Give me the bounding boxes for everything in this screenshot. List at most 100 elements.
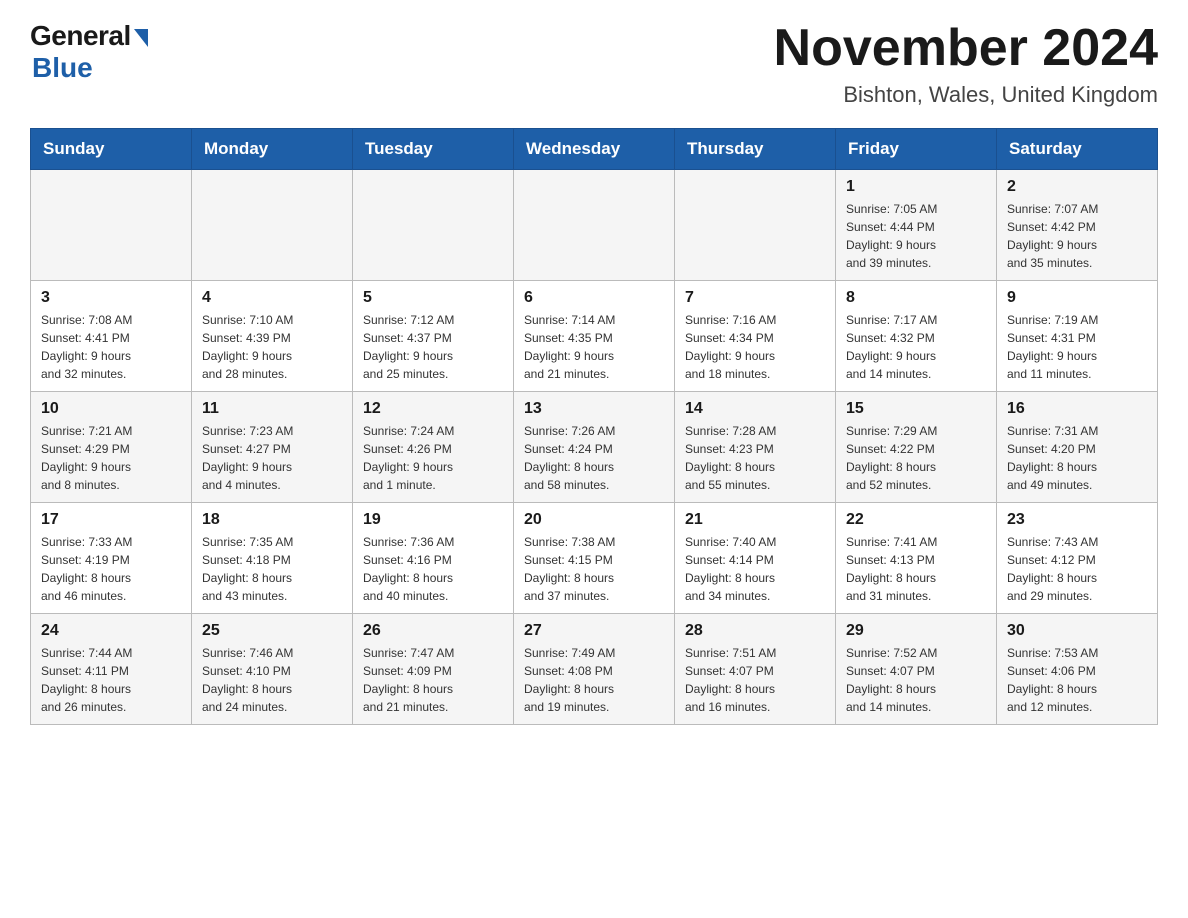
calendar-day-cell: 13 Sunrise: 7:26 AM Sunset: 4:24 PM Dayli… bbox=[514, 392, 675, 503]
calendar-day-cell: 5 Sunrise: 7:12 AM Sunset: 4:37 PM Daylig… bbox=[353, 281, 514, 392]
day-info: Sunrise: 7:47 AM Sunset: 4:09 PM Dayligh… bbox=[363, 646, 454, 714]
calendar-day-cell bbox=[353, 170, 514, 281]
day-number: 8 bbox=[846, 289, 986, 307]
day-number: 11 bbox=[202, 400, 342, 418]
location-title: Bishton, Wales, United Kingdom bbox=[774, 82, 1158, 108]
day-info: Sunrise: 7:24 AM Sunset: 4:26 PM Dayligh… bbox=[363, 424, 454, 492]
col-tuesday: Tuesday bbox=[353, 129, 514, 170]
day-info: Sunrise: 7:43 AM Sunset: 4:12 PM Dayligh… bbox=[1007, 535, 1098, 603]
day-number: 28 bbox=[685, 622, 825, 640]
day-number: 20 bbox=[524, 511, 664, 529]
day-info: Sunrise: 7:07 AM Sunset: 4:42 PM Dayligh… bbox=[1007, 202, 1098, 270]
calendar-day-cell: 1 Sunrise: 7:05 AM Sunset: 4:44 PM Daylig… bbox=[836, 170, 997, 281]
day-info: Sunrise: 7:35 AM Sunset: 4:18 PM Dayligh… bbox=[202, 535, 293, 603]
title-section: November 2024 Bishton, Wales, United Kin… bbox=[774, 20, 1158, 108]
calendar-day-cell: 25 Sunrise: 7:46 AM Sunset: 4:10 PM Dayli… bbox=[192, 614, 353, 725]
day-info: Sunrise: 7:46 AM Sunset: 4:10 PM Dayligh… bbox=[202, 646, 293, 714]
calendar-day-cell: 26Sunrise: 7:47 AM Sunset: 4:09 PM Dayli… bbox=[353, 614, 514, 725]
calendar-day-cell: 17 Sunrise: 7:33 AM Sunset: 4:19 PM Dayli… bbox=[31, 503, 192, 614]
day-info: Sunrise: 7:19 AM Sunset: 4:31 PM Dayligh… bbox=[1007, 313, 1098, 381]
calendar-week-row: 24Sunrise: 7:44 AM Sunset: 4:11 PM Dayli… bbox=[31, 614, 1158, 725]
day-info: Sunrise: 7:52 AM Sunset: 4:07 PM Dayligh… bbox=[846, 646, 937, 714]
calendar-day-cell: 6Sunrise: 7:14 AM Sunset: 4:35 PM Daylig… bbox=[514, 281, 675, 392]
day-number: 25 bbox=[202, 622, 342, 640]
col-wednesday: Wednesday bbox=[514, 129, 675, 170]
calendar-day-cell: 12 Sunrise: 7:24 AM Sunset: 4:26 PM Dayli… bbox=[353, 392, 514, 503]
calendar-day-cell: 27 Sunrise: 7:49 AM Sunset: 4:08 PM Dayli… bbox=[514, 614, 675, 725]
calendar-day-cell: 2 Sunrise: 7:07 AM Sunset: 4:42 PM Daylig… bbox=[997, 170, 1158, 281]
day-info: Sunrise: 7:05 AM Sunset: 4:44 PM Dayligh… bbox=[846, 202, 937, 270]
calendar-day-cell: 10Sunrise: 7:21 AM Sunset: 4:29 PM Dayli… bbox=[31, 392, 192, 503]
day-info: Sunrise: 7:10 AM Sunset: 4:39 PM Dayligh… bbox=[202, 313, 293, 381]
day-info: Sunrise: 7:33 AM Sunset: 4:19 PM Dayligh… bbox=[41, 535, 132, 603]
day-number: 13 bbox=[524, 400, 664, 418]
calendar-day-cell: 19 Sunrise: 7:36 AM Sunset: 4:16 PM Dayli… bbox=[353, 503, 514, 614]
day-number: 17 bbox=[41, 511, 181, 529]
calendar-day-cell: 18 Sunrise: 7:35 AM Sunset: 4:18 PM Dayli… bbox=[192, 503, 353, 614]
day-info: Sunrise: 7:17 AM Sunset: 4:32 PM Dayligh… bbox=[846, 313, 937, 381]
day-number: 14 bbox=[685, 400, 825, 418]
calendar-day-cell: 14 Sunrise: 7:28 AM Sunset: 4:23 PM Dayli… bbox=[675, 392, 836, 503]
calendar-day-cell: 28Sunrise: 7:51 AM Sunset: 4:07 PM Dayli… bbox=[675, 614, 836, 725]
calendar-day-cell: 7 Sunrise: 7:16 AM Sunset: 4:34 PM Daylig… bbox=[675, 281, 836, 392]
logo-general-text: General bbox=[30, 20, 131, 52]
day-info: Sunrise: 7:26 AM Sunset: 4:24 PM Dayligh… bbox=[524, 424, 615, 492]
day-number: 15 bbox=[846, 400, 986, 418]
day-number: 19 bbox=[363, 511, 503, 529]
calendar-day-cell bbox=[514, 170, 675, 281]
day-number: 22 bbox=[846, 511, 986, 529]
day-info: Sunrise: 7:14 AM Sunset: 4:35 PM Dayligh… bbox=[524, 313, 615, 381]
day-info: Sunrise: 7:41 AM Sunset: 4:13 PM Dayligh… bbox=[846, 535, 937, 603]
calendar-day-cell: 24Sunrise: 7:44 AM Sunset: 4:11 PM Dayli… bbox=[31, 614, 192, 725]
day-number: 3 bbox=[41, 289, 181, 307]
calendar-week-row: 3 Sunrise: 7:08 AM Sunset: 4:41 PM Daylig… bbox=[31, 281, 1158, 392]
day-number: 21 bbox=[685, 511, 825, 529]
day-number: 5 bbox=[363, 289, 503, 307]
day-info: Sunrise: 7:08 AM Sunset: 4:41 PM Dayligh… bbox=[41, 313, 132, 381]
page-header: General Blue November 2024 Bishton, Wale… bbox=[30, 20, 1158, 108]
logo-arrow-icon bbox=[134, 29, 148, 47]
calendar-day-cell: 9 Sunrise: 7:19 AM Sunset: 4:31 PM Daylig… bbox=[997, 281, 1158, 392]
day-info: Sunrise: 7:29 AM Sunset: 4:22 PM Dayligh… bbox=[846, 424, 937, 492]
day-number: 18 bbox=[202, 511, 342, 529]
calendar-day-cell: 23 Sunrise: 7:43 AM Sunset: 4:12 PM Dayli… bbox=[997, 503, 1158, 614]
calendar-day-cell: 16Sunrise: 7:31 AM Sunset: 4:20 PM Dayli… bbox=[997, 392, 1158, 503]
day-info: Sunrise: 7:38 AM Sunset: 4:15 PM Dayligh… bbox=[524, 535, 615, 603]
calendar-day-cell: 15 Sunrise: 7:29 AM Sunset: 4:22 PM Dayli… bbox=[836, 392, 997, 503]
calendar-week-row: 17 Sunrise: 7:33 AM Sunset: 4:19 PM Dayli… bbox=[31, 503, 1158, 614]
calendar-day-cell: 11 Sunrise: 7:23 AM Sunset: 4:27 PM Dayli… bbox=[192, 392, 353, 503]
day-number: 2 bbox=[1007, 178, 1147, 196]
day-number: 12 bbox=[363, 400, 503, 418]
day-number: 10 bbox=[41, 400, 181, 418]
calendar-day-cell bbox=[192, 170, 353, 281]
calendar-day-cell: 4Sunrise: 7:10 AM Sunset: 4:39 PM Daylig… bbox=[192, 281, 353, 392]
calendar-table: Sunday Monday Tuesday Wednesday Thursday… bbox=[30, 128, 1158, 725]
day-number: 23 bbox=[1007, 511, 1147, 529]
day-number: 30 bbox=[1007, 622, 1147, 640]
calendar-week-row: 1 Sunrise: 7:05 AM Sunset: 4:44 PM Daylig… bbox=[31, 170, 1158, 281]
day-info: Sunrise: 7:36 AM Sunset: 4:16 PM Dayligh… bbox=[363, 535, 454, 603]
header-row: Sunday Monday Tuesday Wednesday Thursday… bbox=[31, 129, 1158, 170]
day-number: 29 bbox=[846, 622, 986, 640]
day-info: Sunrise: 7:16 AM Sunset: 4:34 PM Dayligh… bbox=[685, 313, 776, 381]
day-number: 24 bbox=[41, 622, 181, 640]
day-info: Sunrise: 7:28 AM Sunset: 4:23 PM Dayligh… bbox=[685, 424, 776, 492]
calendar-day-cell: 30 Sunrise: 7:53 AM Sunset: 4:06 PM Dayli… bbox=[997, 614, 1158, 725]
day-info: Sunrise: 7:23 AM Sunset: 4:27 PM Dayligh… bbox=[202, 424, 293, 492]
logo: General Blue bbox=[30, 20, 148, 84]
day-number: 1 bbox=[846, 178, 986, 196]
calendar-day-cell: 21 Sunrise: 7:40 AM Sunset: 4:14 PM Dayli… bbox=[675, 503, 836, 614]
logo-blue-text: Blue bbox=[32, 52, 93, 84]
calendar-day-cell bbox=[31, 170, 192, 281]
day-number: 7 bbox=[685, 289, 825, 307]
day-info: Sunrise: 7:12 AM Sunset: 4:37 PM Dayligh… bbox=[363, 313, 454, 381]
calendar-day-cell: 3 Sunrise: 7:08 AM Sunset: 4:41 PM Daylig… bbox=[31, 281, 192, 392]
month-title: November 2024 bbox=[774, 20, 1158, 77]
day-info: Sunrise: 7:40 AM Sunset: 4:14 PM Dayligh… bbox=[685, 535, 776, 603]
day-number: 27 bbox=[524, 622, 664, 640]
day-info: Sunrise: 7:49 AM Sunset: 4:08 PM Dayligh… bbox=[524, 646, 615, 714]
calendar-day-cell: 22 Sunrise: 7:41 AM Sunset: 4:13 PM Dayli… bbox=[836, 503, 997, 614]
day-info: Sunrise: 7:53 AM Sunset: 4:06 PM Dayligh… bbox=[1007, 646, 1098, 714]
day-number: 9 bbox=[1007, 289, 1147, 307]
calendar-day-cell: 8 Sunrise: 7:17 AM Sunset: 4:32 PM Daylig… bbox=[836, 281, 997, 392]
